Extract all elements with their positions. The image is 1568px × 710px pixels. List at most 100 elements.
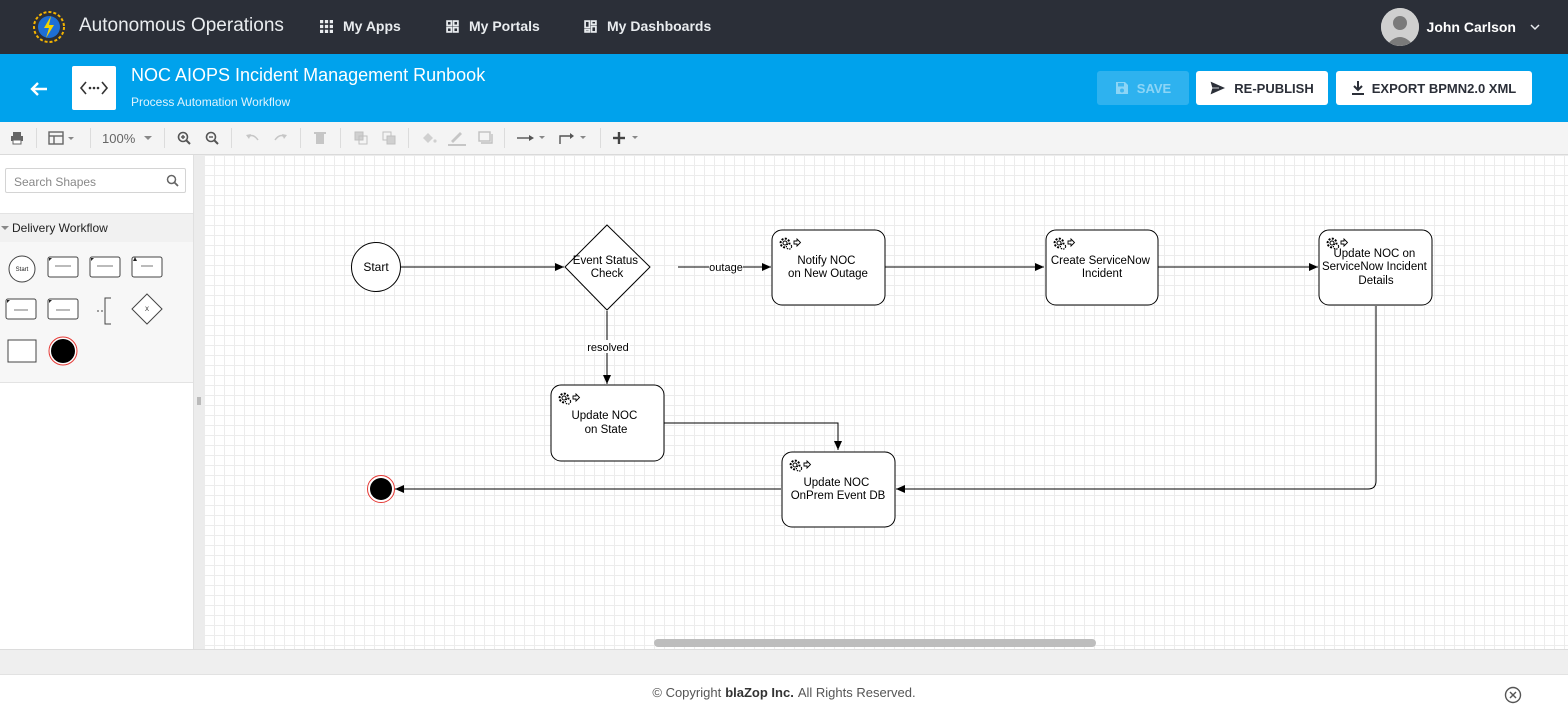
shapes-sidebar: Delivery Workflow Start X <box>0 155 194 649</box>
edge-label-outage: outage <box>709 262 743 274</box>
back-arrow-icon[interactable] <box>28 78 50 100</box>
connection-style-button[interactable] <box>517 128 547 148</box>
task-update-noc-servicenow-details[interactable]: Update NOC on ServiceNow Incident Detail… <box>1318 229 1433 306</box>
avatar[interactable] <box>1380 8 1419 46</box>
to-back-button[interactable] <box>382 128 396 148</box>
nav-my-portals[interactable]: My Portals <box>446 18 540 34</box>
editor-toolbar: 100% <box>0 122 1568 155</box>
export-bpmn-button[interactable]: EXPORT BPMN2.0 XML <box>1336 71 1532 105</box>
horizontal-scrollbar[interactable] <box>654 639 1096 647</box>
zoom-select[interactable]: 100% <box>102 128 153 148</box>
task-create-servicenow-incident[interactable]: Create ServiceNow Incident <box>1045 229 1159 306</box>
redo-button[interactable] <box>274 128 288 148</box>
task-notify-noc[interactable]: Notify NOC on New Outage <box>771 229 886 306</box>
print-button[interactable] <box>10 128 24 148</box>
insert-button[interactable] <box>613 128 643 148</box>
user-name: John Carlson <box>1426 19 1516 35</box>
shape-task-4[interactable] <box>5 298 37 320</box>
user-menu[interactable]: John Carlson <box>1380 8 1540 46</box>
elbow-connector-icon <box>559 133 586 144</box>
edge-update-details-to-update-db[interactable] <box>896 306 1377 493</box>
sidebar-splitter[interactable] <box>194 155 204 649</box>
shape-start-event[interactable]: Start <box>7 254 37 284</box>
shape-task-3[interactable] <box>131 256 163 278</box>
save-label: SAVE <box>1136 80 1172 96</box>
page-subtitle: Process Automation Workflow <box>131 95 291 109</box>
chevron-down-icon <box>1530 24 1540 31</box>
task-update-noc-on-state[interactable]: Update NOC on State <box>550 384 665 462</box>
delete-button[interactable] <box>314 128 326 148</box>
edge-update-state-to-update-db[interactable] <box>664 422 842 450</box>
copyright-prefix: © Copyright <box>652 685 722 700</box>
shape-gateway-label: X <box>145 307 149 313</box>
shape-annotation[interactable] <box>95 296 117 326</box>
workflow-header: NOC AIOPS Incident Management Runbook Pr… <box>0 54 1568 122</box>
shadow-button[interactable] <box>478 128 494 148</box>
send-icon <box>1210 81 1227 95</box>
republish-button[interactable]: RE-PUBLISH <box>1196 71 1328 105</box>
end-event[interactable] <box>367 475 395 503</box>
nav-label: My Apps <box>343 18 401 34</box>
nav-label: My Dashboards <box>607 18 712 34</box>
nav-my-apps[interactable]: My Apps <box>320 18 401 34</box>
caret-down-icon <box>144 136 153 140</box>
code-arrows-icon <box>79 81 109 95</box>
section-title: Delivery Workflow <box>12 221 108 235</box>
search-shapes-field[interactable] <box>5 168 186 193</box>
apps-grid-icon <box>320 19 333 33</box>
zoom-out-button[interactable] <box>205 128 219 148</box>
status-strip <box>0 649 1568 674</box>
brand-logo-icon[interactable] <box>32 10 66 44</box>
fill-color-button[interactable] <box>421 128 437 148</box>
to-front-button[interactable] <box>354 128 368 148</box>
waypoints-button[interactable] <box>559 128 589 148</box>
paint-bucket-icon <box>423 133 437 143</box>
shape-palette: Start X <box>0 242 193 383</box>
task-update-noc-onprem-db[interactable]: Update NOC OnPrem Event DB <box>781 451 896 528</box>
shape-task-5[interactable] <box>47 298 79 320</box>
shape-task-1[interactable] <box>47 256 79 278</box>
format-panel-button[interactable] <box>48 128 74 148</box>
shape-end-event[interactable] <box>47 335 79 367</box>
dashboard-icon <box>584 19 597 33</box>
close-icon[interactable] <box>1504 686 1522 704</box>
diagram-canvas[interactable]: outage resolved Start Event Status Check… <box>204 155 1568 649</box>
line-color-button[interactable] <box>448 128 466 148</box>
edge-label-resolved: resolved <box>587 342 629 354</box>
page-title: NOC AIOPS Incident Management Runbook <box>131 65 486 85</box>
zoom-in-icon <box>177 131 191 145</box>
undo-button[interactable] <box>245 128 259 148</box>
app-name[interactable]: Autonomous Operations <box>79 15 284 37</box>
arrow-right-icon <box>517 135 545 141</box>
zoom-out-icon <box>205 131 219 145</box>
print-icon <box>11 132 23 145</box>
search-shapes-input[interactable] <box>12 170 164 193</box>
zoom-in-button[interactable] <box>177 128 191 148</box>
company-name: blaZop Inc. <box>725 685 794 700</box>
start-event-label: Start <box>363 260 389 274</box>
delivery-workflow-section[interactable]: Delivery Workflow <box>0 213 193 243</box>
edge-outage[interactable]: outage <box>678 261 771 274</box>
download-icon <box>1351 81 1364 95</box>
search-icon[interactable] <box>166 174 179 187</box>
export-label: EXPORT BPMN2.0 XML <box>1371 80 1517 96</box>
drag-handle-icon <box>197 397 201 405</box>
nav-my-dashboards[interactable]: My Dashboards <box>584 18 711 34</box>
user-avatar-icon <box>1380 8 1419 46</box>
task-label: Update NOC OnPrem Event DB <box>791 477 886 502</box>
start-event[interactable]: Start <box>351 242 401 292</box>
top-navbar: Autonomous Operations My Apps My Portals… <box>0 0 1568 54</box>
send-back-icon <box>382 131 396 145</box>
copyright-suffix: All Rights Reserved. <box>797 685 916 700</box>
edge-resolved[interactable]: resolved <box>586 311 630 384</box>
shape-start-label: Start <box>16 267 29 273</box>
pencil-icon <box>448 132 466 146</box>
gateway-event-status-check[interactable]: Event Status Check <box>564 224 651 311</box>
shape-task-2[interactable] <box>89 256 121 278</box>
shape-rectangle[interactable] <box>7 339 37 363</box>
bring-front-icon <box>354 131 368 145</box>
panel-layout-icon <box>48 131 74 145</box>
zoom-value: 100% <box>102 130 136 146</box>
save-button[interactable]: SAVE <box>1097 71 1189 105</box>
shape-gateway[interactable]: X <box>131 293 163 325</box>
